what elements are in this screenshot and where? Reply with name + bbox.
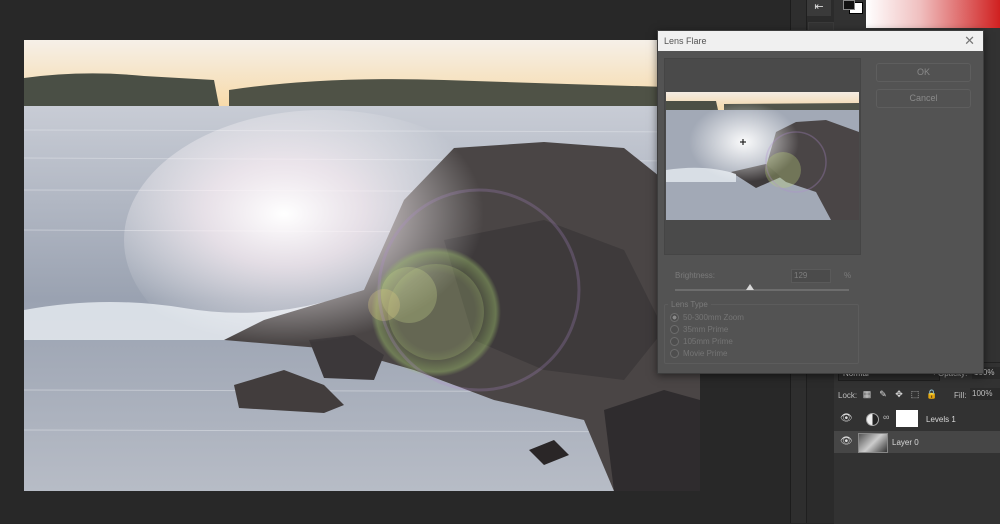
layers-panel: Normal ▾ Opacity: 100% Lock: ▦ ✎ ✥ ⬚ 🔒 F…: [834, 362, 1000, 524]
radio-icon[interactable]: [670, 325, 679, 335]
layer-name: Layer 0: [892, 438, 919, 447]
lock-artboard-icon[interactable]: ⬚: [910, 388, 920, 400]
fill-label: Fill:: [954, 391, 967, 400]
dialog-titlebar[interactable]: Lens Flare ✕: [658, 31, 983, 51]
adjustment-layer-icon: [866, 413, 879, 426]
lens-type-radio-50-300mm[interactable]: 50-300mm Zoom: [670, 313, 744, 325]
brightness-slider-track[interactable]: [675, 289, 849, 291]
radio-label: 35mm Prime: [683, 325, 729, 334]
radio-selected-icon[interactable]: [670, 313, 679, 323]
layer-mask-thumbnail[interactable]: [896, 410, 918, 427]
visibility-eye-icon[interactable]: 👁: [840, 413, 853, 425]
lock-options: ▦ ✎ ✥ ⬚ 🔒: [862, 388, 937, 400]
visibility-eye-icon[interactable]: 👁: [840, 436, 853, 448]
close-icon[interactable]: ✕: [964, 33, 975, 49]
lock-transparent-pixels-icon[interactable]: ▦: [862, 388, 872, 400]
layer-name: Levels 1: [926, 415, 956, 424]
ok-button[interactable]: OK: [876, 63, 971, 82]
lens-type-radio-35mm[interactable]: 35mm Prime: [670, 325, 728, 337]
preview-image[interactable]: [666, 92, 859, 220]
layer-row-selected[interactable]: 👁 Layer 0: [834, 431, 1000, 453]
lens-type-radio-movie-prime[interactable]: Movie Prime: [670, 349, 727, 361]
radio-label: Movie Prime: [683, 349, 728, 358]
dialog-title: Lens Flare: [664, 36, 707, 46]
foreground-color-swatch[interactable]: [843, 0, 855, 10]
lock-image-pixels-icon[interactable]: ✎: [878, 388, 888, 400]
lens-type-label: Lens Type: [668, 300, 711, 309]
flare-preview[interactable]: [664, 58, 861, 255]
arrange-icon[interactable]: ⇤: [807, 0, 831, 16]
layer-row[interactable]: 👁 ∞ Levels 1: [834, 408, 1000, 430]
brightness-input[interactable]: 129: [791, 269, 831, 283]
lens-flare-dialog: Lens Flare ✕ OK Cancel Brightness: 129 %…: [657, 30, 984, 374]
lock-label: Lock:: [838, 391, 858, 400]
color-picker-field[interactable]: [866, 0, 1000, 28]
fill-input[interactable]: 100%: [970, 388, 1000, 400]
layer-thumbnail[interactable]: [858, 433, 888, 453]
brightness-slider-thumb[interactable]: [745, 284, 754, 290]
brightness-label: Brightness:: [675, 271, 716, 280]
brightness-unit: %: [844, 271, 852, 280]
lock-position-icon[interactable]: ✥: [894, 388, 904, 400]
link-icon[interactable]: ∞: [883, 412, 889, 422]
lens-type-radio-105mm[interactable]: 105mm Prime: [670, 337, 733, 349]
radio-icon[interactable]: [670, 337, 679, 347]
photo-image[interactable]: [24, 40, 700, 491]
cancel-button[interactable]: Cancel: [876, 89, 971, 108]
radio-icon[interactable]: [670, 349, 679, 359]
radio-label: 50-300mm Zoom: [683, 313, 744, 322]
lock-all-icon[interactable]: 🔒: [926, 388, 937, 400]
fg-bg-color-swatches[interactable]: [843, 0, 863, 14]
radio-label: 105mm Prime: [683, 337, 733, 346]
